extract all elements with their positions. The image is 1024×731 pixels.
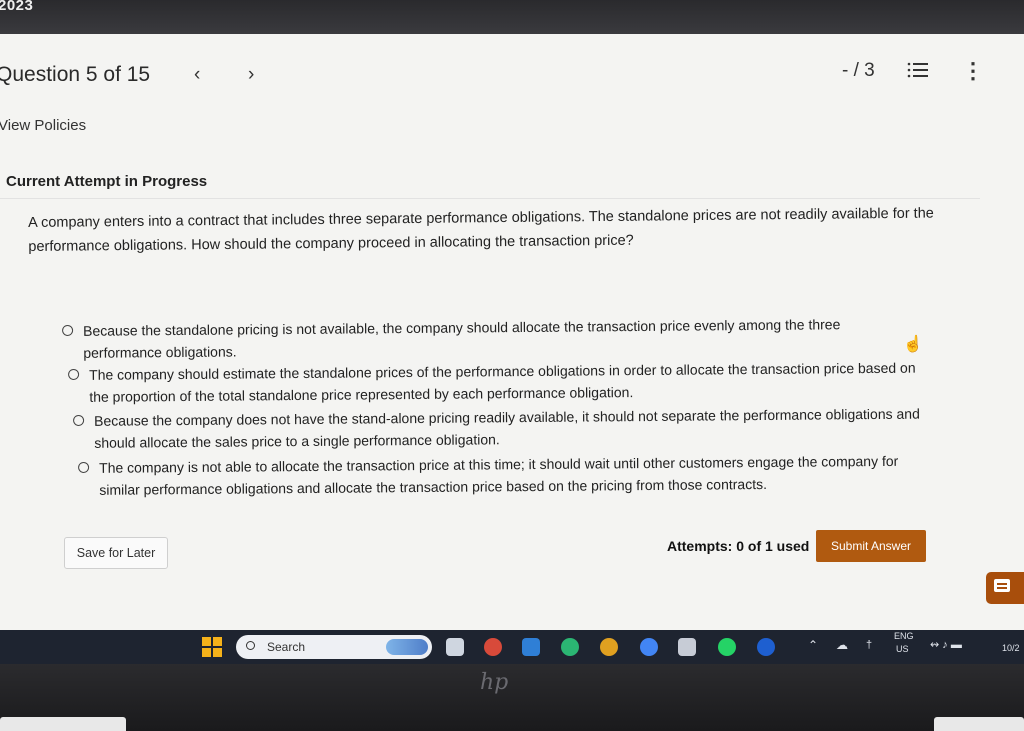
pin-icon: † (866, 639, 873, 651)
app-icon-blue[interactable] (757, 638, 775, 656)
answer-option-label: The company is not able to allocate the … (99, 452, 899, 498)
file-explorer-icon[interactable] (522, 638, 540, 656)
quiz-page: Question 5 of 15 ‹ › - / 3 ⋮ View Polici… (0, 34, 1024, 630)
search-icon (246, 641, 255, 650)
laptop-base-right (934, 717, 1024, 731)
save-for-later-button[interactable]: Save for Later (64, 537, 168, 569)
windows-start-icon[interactable] (202, 637, 222, 657)
tray-chevron-icon[interactable]: ⌃ (808, 639, 818, 651)
search-highlight-icon (386, 639, 428, 655)
answer-option-label: The company should estimate the standalo… (89, 359, 916, 405)
hand-cursor-icon: ☝ (903, 336, 923, 353)
answer-option-2[interactable]: The company should estimate the standalo… (68, 356, 928, 408)
language-indicator[interactable]: ENG US (894, 631, 914, 654)
calculator-icon[interactable] (678, 638, 696, 656)
answer-option-label: Because the company does not have the st… (94, 405, 920, 451)
question-counter: Question 5 of 15 (0, 63, 151, 86)
answer-option-1[interactable]: Because the standalone pricing is not av… (62, 312, 922, 364)
view-policies-link[interactable]: View Policies (0, 117, 86, 134)
radio-button[interactable] (62, 324, 74, 336)
network-volume-icon[interactable]: ↭ ♪ ▬ (930, 640, 962, 651)
attempts-counter: Attempts: 0 of 1 used (667, 538, 810, 554)
divider (0, 198, 980, 199)
radio-button[interactable] (68, 368, 80, 380)
chrome-browser-icon[interactable] (640, 638, 658, 656)
question-text: A company enters into a contract that in… (28, 205, 934, 255)
windows-taskbar: Search ⌃ ☁ † ENG US ↭ ♪ ▬ 10/2 (0, 630, 1024, 664)
chat-icon[interactable] (986, 572, 1024, 604)
language-code: ENG (894, 631, 914, 641)
edge-browser-icon[interactable] (561, 638, 579, 656)
task-view-icon[interactable] (446, 638, 464, 656)
attempt-status: Current Attempt in Progress (6, 173, 208, 190)
more-vertical-icon[interactable]: ⋮ (962, 58, 984, 84)
region-code: US (896, 644, 909, 654)
laptop-bezel (0, 664, 1024, 731)
cloud-icon: ☁ (836, 638, 848, 652)
window-top-bar: 2023 (0, 0, 1024, 34)
year-text: 2023 (0, 0, 34, 14)
laptop-base-left (0, 717, 126, 731)
score-display: - / 3 (842, 60, 875, 81)
answer-option-3[interactable]: Because the company does not have the st… (73, 402, 933, 454)
date-fragment: 10/2 (1002, 643, 1020, 653)
submit-answer-button[interactable]: Submit Answer (816, 530, 926, 562)
radio-button[interactable] (78, 461, 90, 473)
answer-option-label: Because the standalone pricing is not av… (83, 316, 841, 361)
chevron-right-icon[interactable]: › (248, 64, 254, 86)
chat-app-icon[interactable] (484, 638, 502, 656)
list-icon[interactable] (906, 60, 930, 82)
app-icon-red[interactable] (600, 638, 618, 656)
hp-logo-icon: hp (480, 670, 509, 695)
chevron-left-icon[interactable]: ‹ (194, 64, 200, 86)
whatsapp-icon[interactable] (718, 638, 736, 656)
answer-option-4[interactable]: The company is not able to allocate the … (78, 449, 938, 501)
taskbar-search-input[interactable]: Search (236, 635, 432, 659)
search-label: Search (267, 640, 306, 654)
radio-button[interactable] (73, 414, 85, 426)
